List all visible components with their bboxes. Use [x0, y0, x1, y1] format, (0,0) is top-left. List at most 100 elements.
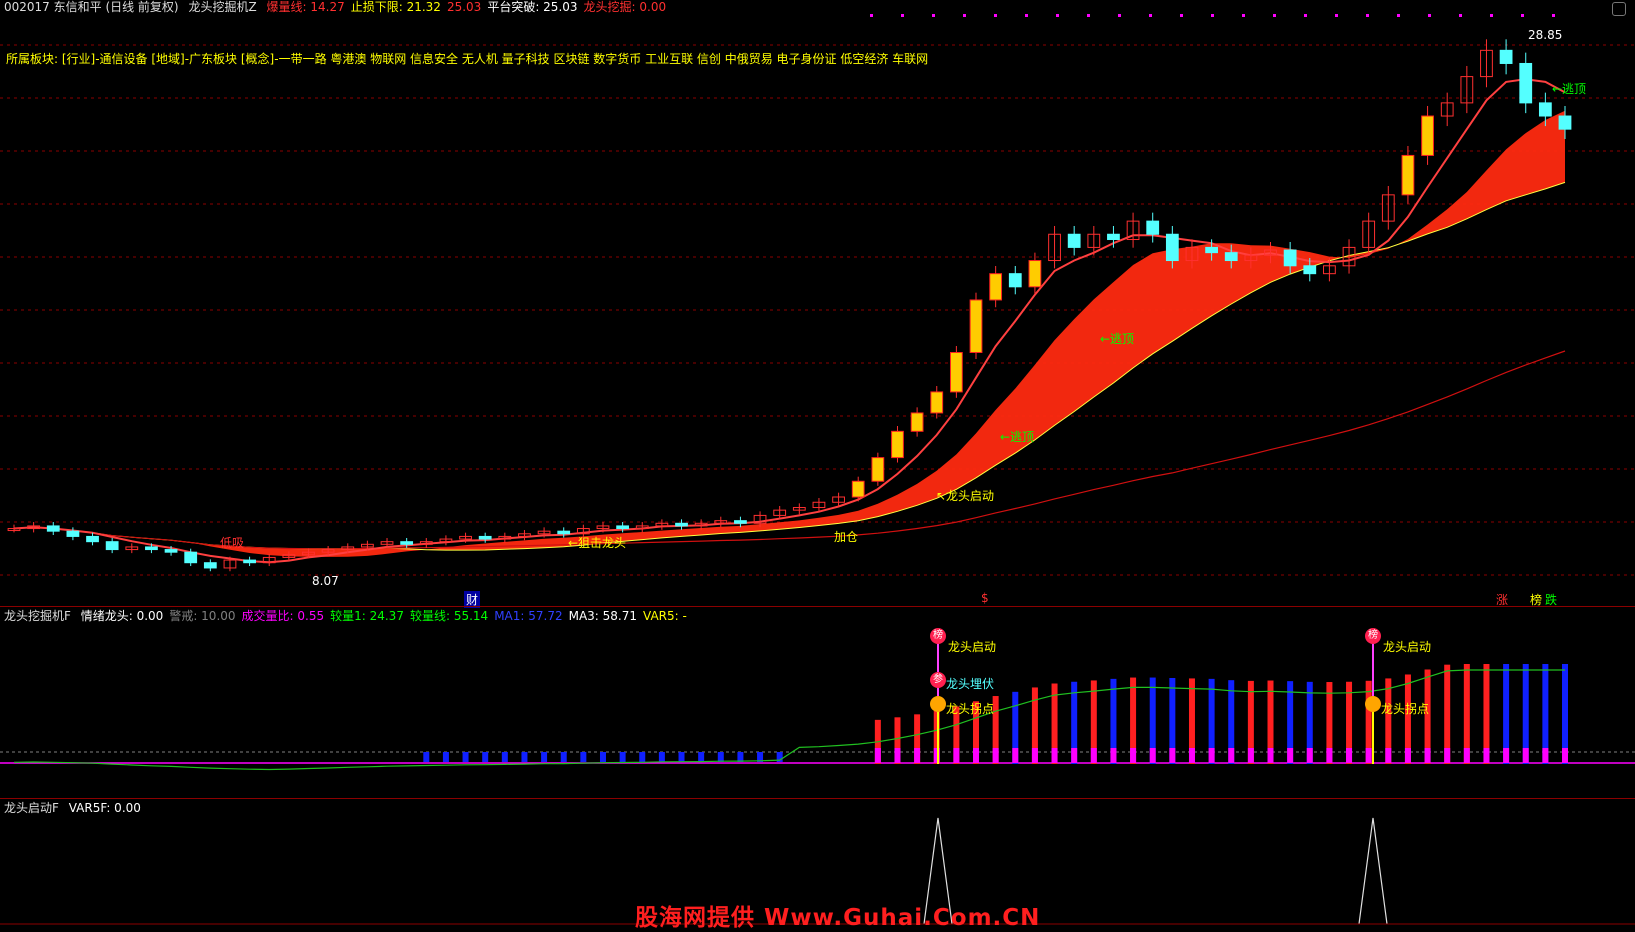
- can-badge: 参: [930, 672, 946, 688]
- volume-bar: [1090, 748, 1097, 763]
- candle-body: [184, 551, 198, 564]
- candle-body: [478, 535, 492, 540]
- candle-body: [1028, 260, 1042, 288]
- volume-bar: [1306, 748, 1313, 763]
- strength-bar: [717, 752, 724, 762]
- panel2-header: 龙头挖掘机F 情绪龙头: 0.00 警戒: 10.00 成交量比: 0.55 较量1:…: [4, 609, 699, 623]
- strength-bar: [541, 752, 548, 762]
- volume-bar: [1208, 748, 1215, 763]
- strength-bar: [560, 752, 567, 762]
- launch-label: ↖龙头启动: [936, 489, 995, 503]
- panel2-item: 警戒: 10.00: [169, 609, 236, 623]
- top-marker: [1211, 14, 1214, 17]
- strength-bar: [639, 752, 646, 762]
- signal-launch-1: 龙头启动: [948, 640, 997, 654]
- strength-bar: [580, 752, 587, 762]
- panel3-header: 龙头启动F VAR5F: 0.00: [4, 801, 153, 815]
- top-marker: [1025, 14, 1028, 17]
- volume-bar: [973, 748, 980, 763]
- volume-bar: [953, 748, 960, 763]
- turn-badge-2: [1365, 696, 1381, 712]
- top-marker: [994, 14, 997, 17]
- watermark: 股海网提供 Www.Guhai.Com.CN: [635, 905, 1041, 931]
- volume-bar: [1130, 748, 1137, 763]
- top-marker: [932, 14, 935, 17]
- volume-bar: [1188, 748, 1195, 763]
- candle-body: [1538, 102, 1552, 117]
- high-label: 28.85: [1528, 28, 1563, 42]
- top-marker: [1490, 14, 1493, 17]
- strength-bar: [423, 752, 430, 762]
- volume-bar: [894, 748, 901, 763]
- top-marker: [1335, 14, 1338, 17]
- candle-body: [46, 525, 60, 532]
- candle-body: [1421, 115, 1434, 156]
- candle-body: [930, 391, 944, 414]
- volume-bar: [1326, 748, 1333, 763]
- signal-ambush: 龙头埋伏: [946, 677, 995, 691]
- panel2-item: 较量线: 55.14: [409, 609, 489, 623]
- candle-body: [203, 562, 217, 569]
- launch-spike-2: [1358, 817, 1388, 925]
- ma20-line: [13, 181, 1566, 551]
- candle-body: [243, 559, 256, 564]
- panel2-title[interactable]: 龙头挖掘机F: [4, 609, 71, 623]
- bang-badge-1: 榜: [930, 628, 946, 644]
- volume-bar: [1424, 748, 1431, 763]
- candle-body: [989, 273, 1003, 301]
- signal-turn-1: 龙头拐点: [946, 702, 995, 716]
- strength-bar: [698, 752, 705, 762]
- volume-bar: [1365, 748, 1372, 763]
- top-marker: [1304, 14, 1307, 17]
- candle-body: [1205, 246, 1218, 254]
- candle-body: [1008, 273, 1022, 288]
- volume-bar: [1444, 748, 1451, 763]
- signal-turn-2: 龙头拐点: [1381, 702, 1430, 716]
- volume-bar: [1503, 748, 1510, 763]
- strength-bar: [619, 752, 626, 762]
- volume-bar: [1463, 748, 1470, 763]
- candle-body: [1558, 115, 1572, 130]
- candle-body: [851, 480, 865, 498]
- top-marker: [901, 14, 904, 17]
- candle-body: [145, 546, 158, 551]
- panel2-item: 成交量比: 0.55: [241, 609, 325, 623]
- panel3-title[interactable]: 龙头启动F: [4, 801, 59, 815]
- top-marker: [1056, 14, 1059, 17]
- volume-bar: [1267, 748, 1274, 763]
- strength-bar: [482, 752, 489, 762]
- candle-body: [105, 541, 119, 551]
- candle-body: [66, 530, 80, 537]
- strength-bar: [678, 752, 685, 762]
- volume-bar: [1346, 748, 1353, 763]
- chart-canvas[interactable]: [0, 0, 1635, 928]
- escape-top-label-2: ←逃顶: [1100, 332, 1135, 346]
- ma60-line: [13, 350, 1566, 550]
- candle-body: [1107, 233, 1120, 241]
- low-label: 8.07: [312, 574, 339, 588]
- ambush-label: ←狙击龙头: [568, 536, 627, 550]
- volume-bar: [1031, 748, 1038, 763]
- volume-bar: [874, 748, 881, 763]
- panel2-item: 情绪龙头: 0.00: [80, 609, 164, 623]
- top-marker: [1366, 14, 1369, 17]
- volume-bar: [1169, 748, 1176, 763]
- candle-body: [1499, 49, 1513, 64]
- panel-separator-2: [0, 798, 1635, 799]
- panel2-item: MA1: 57.72: [494, 609, 563, 623]
- top-marker: [1180, 14, 1183, 17]
- candle-body: [675, 522, 688, 527]
- top-marker: [1521, 14, 1524, 17]
- top-marker: [1242, 14, 1245, 17]
- candle-body: [1224, 252, 1238, 262]
- low-buy-label: 低吸: [220, 536, 245, 550]
- candle-body: [1401, 154, 1415, 196]
- candle-body: [86, 535, 99, 543]
- top-marker: [1459, 14, 1462, 17]
- strength-bar: [442, 752, 449, 762]
- strength-bar: [658, 752, 665, 762]
- top-marker: [963, 14, 966, 17]
- candle-body: [910, 412, 924, 432]
- top-marker: [1428, 14, 1431, 17]
- candle-body: [969, 299, 983, 353]
